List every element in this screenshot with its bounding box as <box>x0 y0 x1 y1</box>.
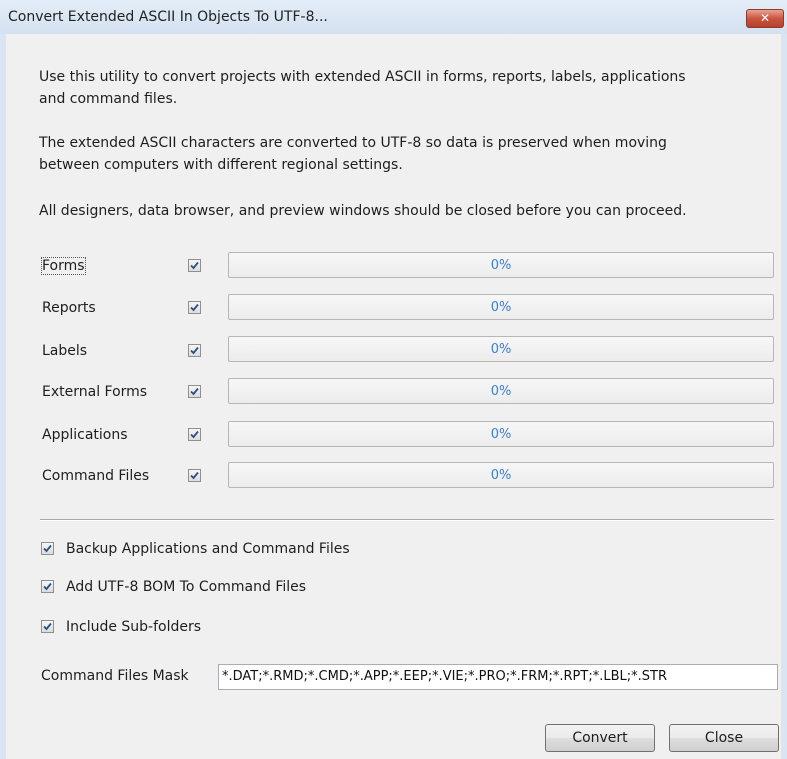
checkmark-icon <box>43 622 52 631</box>
progress-text: 0% <box>490 342 512 357</box>
checkmark-icon <box>190 387 199 396</box>
command-files-mask-label: Command Files Mask <box>41 668 189 684</box>
description-line: Use this utility to convert projects wit… <box>39 69 686 85</box>
command-files-mask-input[interactable]: *.DAT;*.RMD;*.CMD;*.APP;*.EEP;*.VIE;*.PR… <box>218 664 778 690</box>
checkbox-reports[interactable] <box>188 301 201 314</box>
progress-bar-labels: 0% <box>228 336 774 362</box>
checkbox-command-files[interactable] <box>188 469 201 482</box>
convert-button[interactable]: Convert <box>545 724 655 752</box>
progress-bar-reports: 0% <box>228 294 774 320</box>
description-line: between computers with different regiona… <box>39 157 403 173</box>
checkbox-applications[interactable] <box>188 428 201 441</box>
description-paragraph-1: Use this utility to convert projects wit… <box>39 66 686 110</box>
checkmark-icon <box>43 544 52 553</box>
description-line: The extended ASCII characters are conver… <box>39 135 667 151</box>
row-label-reports[interactable]: Reports <box>42 300 96 316</box>
row-label-forms[interactable]: Forms <box>41 257 86 275</box>
progress-text: 0% <box>490 427 512 442</box>
title-bar: Convert Extended ASCII In Objects To UTF… <box>0 0 787 35</box>
window-frame-right <box>781 34 787 759</box>
row-label-command-files[interactable]: Command Files <box>42 468 149 484</box>
checkbox-external-forms[interactable] <box>188 385 201 398</box>
progress-bar-command-files: 0% <box>228 462 774 488</box>
checkbox-labels[interactable] <box>188 344 201 357</box>
option-label-bom[interactable]: Add UTF-8 BOM To Command Files <box>66 579 306 595</box>
progress-text: 0% <box>490 258 512 273</box>
description-line: and command files. <box>39 91 178 107</box>
option-label-subfolders[interactable]: Include Sub-folders <box>66 619 201 635</box>
close-button[interactable]: Close <box>669 724 779 752</box>
dialog-window: Convert Extended ASCII In Objects To UTF… <box>0 0 787 759</box>
checkmark-icon <box>43 582 52 591</box>
checkmark-icon <box>190 261 199 270</box>
checkbox-backup-applications[interactable] <box>41 542 54 555</box>
progress-bar-applications: 0% <box>228 421 774 447</box>
checkmark-icon <box>190 471 199 480</box>
progress-text: 0% <box>490 468 512 483</box>
description-line: All designers, data browser, and preview… <box>39 203 687 219</box>
close-icon: ✕ <box>759 11 771 25</box>
row-label-labels[interactable]: Labels <box>42 343 87 359</box>
progress-bar-forms: 0% <box>228 252 774 278</box>
checkmark-icon <box>190 346 199 355</box>
progress-text: 0% <box>490 384 512 399</box>
checkbox-forms[interactable] <box>188 259 201 272</box>
checkbox-add-utf8-bom[interactable] <box>41 580 54 593</box>
checkbox-include-subfolders[interactable] <box>41 620 54 633</box>
description-paragraph-2: The extended ASCII characters are conver… <box>39 132 667 176</box>
window-title: Convert Extended ASCII In Objects To UTF… <box>8 9 328 25</box>
row-label-external-forms[interactable]: External Forms <box>42 384 147 400</box>
close-window-button[interactable]: ✕ <box>746 9 784 28</box>
dialog-body: Use this utility to convert projects wit… <box>6 34 781 759</box>
divider <box>40 519 774 521</box>
progress-bar-external-forms: 0% <box>228 378 774 404</box>
checkmark-icon <box>190 303 199 312</box>
option-label-backup[interactable]: Backup Applications and Command Files <box>66 541 350 557</box>
description-paragraph-3: All designers, data browser, and preview… <box>39 200 687 222</box>
row-label-applications[interactable]: Applications <box>42 427 128 443</box>
checkmark-icon <box>190 430 199 439</box>
progress-text: 0% <box>490 300 512 315</box>
